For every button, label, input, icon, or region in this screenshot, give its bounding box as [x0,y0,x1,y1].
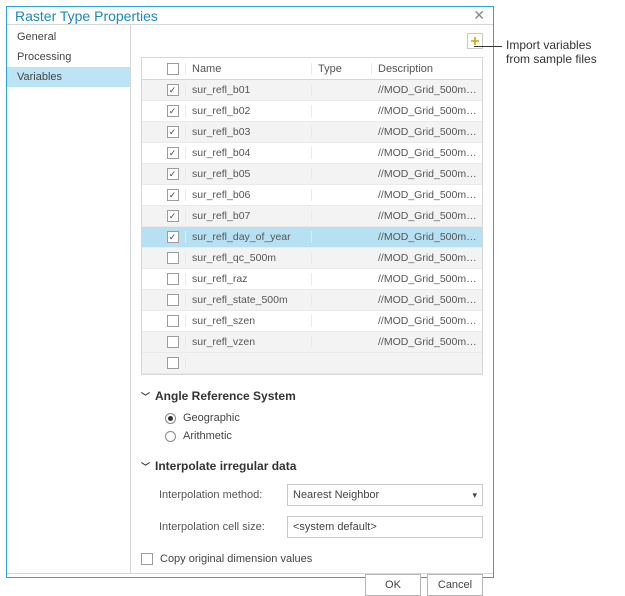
callout: Import variables from sample files [494,38,614,66]
table-row[interactable]: sur_refl_vzen //MOD_Grid_500m_Surface_Ref… [142,332,482,353]
interp-method-value: Nearest Neighbor [293,489,379,501]
interp-section-title: Interpolate irregular data [155,459,296,473]
row-checkbox[interactable] [167,315,179,327]
table-row[interactable]: ✓ sur_refl_b03 //MOD_Grid_500m_Surface_Ref… [142,122,482,143]
chevron-down-icon: ﹀ [141,390,150,403]
row-name: sur_refl_b07 [186,210,312,222]
variables-table: Name Type Description ✓ sur_refl_b01 //MOD… [141,57,483,375]
header-type[interactable]: Type [312,63,372,75]
row-description: //MOD_Grid_500m_Surface_Ref... [372,84,482,96]
angle-section-title: Angle Reference System [155,389,296,403]
row-name: sur_refl_szen [186,315,312,327]
table-row[interactable]: ✓ sur_refl_b01 //MOD_Grid_500m_Surface_Ref… [142,80,482,101]
main-panel: Name Type Description ✓ sur_refl_b01 //MOD… [131,25,493,573]
table-row[interactable]: ✓ sur_refl_b04 //MOD_Grid_500m_Surface_Ref… [142,143,482,164]
radio-geographic[interactable]: Geographic [141,409,483,427]
row-checkbox[interactable]: ✓ [167,231,179,243]
row-description: //MOD_Grid_500m_Surface_Ref... [372,126,482,138]
row-checkbox[interactable]: ✓ [167,147,179,159]
sidebar: GeneralProcessingVariables [7,25,131,573]
header-description[interactable]: Description [372,63,482,75]
titlebar: Raster Type Properties ✕ [7,7,493,24]
row-checkbox[interactable]: ✓ [167,126,179,138]
radio-icon [165,413,176,424]
table-row-empty [142,353,482,374]
row-name: sur_refl_state_500m [186,294,312,306]
radio-arithmetic[interactable]: Arithmetic [141,427,483,445]
header-name[interactable]: Name [186,63,312,75]
plus-icon [470,36,480,46]
row-name: sur_refl_day_of_year [186,231,312,243]
chevron-down-icon: ﹀ [141,460,150,473]
radio-label: Arithmetic [183,430,232,442]
interp-cell-value: <system default> [293,521,377,533]
radio-icon [165,431,176,442]
row-name: sur_refl_vzen [186,336,312,348]
row-name: sur_refl_raz [186,273,312,285]
row-description: //MOD_Grid_500m_Surface_Ref... [372,168,482,180]
callout-text-2: from sample files [494,52,614,66]
row-description: //MOD_Grid_500m_Surface_Ref... [372,231,482,243]
callout-line [474,46,502,47]
copy-dimension-checkbox[interactable] [141,553,153,565]
interp-method-label: Interpolation method: [159,489,287,501]
row-name: sur_refl_b03 [186,126,312,138]
row-name: sur_refl_b02 [186,105,312,117]
row-checkbox[interactable]: ✓ [167,84,179,96]
table-header: Name Type Description [142,58,482,80]
interp-method-dropdown[interactable]: Nearest Neighbor ▾ [287,484,483,506]
table-row[interactable]: sur_refl_qc_500m //MOD_Grid_500m_Surface_… [142,248,482,269]
row-description: //MOD_Grid_500m_Surface_Ref... [372,294,482,306]
row-checkbox[interactable]: ✓ [167,210,179,222]
table-row[interactable]: sur_refl_szen //MOD_Grid_500m_Surface_Ref… [142,311,482,332]
table-row[interactable]: ✓ sur_refl_b05 //MOD_Grid_500m_Surface_Ref… [142,164,482,185]
row-checkbox[interactable] [167,294,179,306]
raster-type-properties-dialog: Raster Type Properties ✕ GeneralProcessi… [6,6,494,578]
table-row[interactable]: ✓ sur_refl_b02 //MOD_Grid_500m_Surface_Ref… [142,101,482,122]
chevron-down-icon: ▾ [472,490,477,501]
ok-button[interactable]: OK [365,574,421,596]
row-name: sur_refl_b01 [186,84,312,96]
row-checkbox[interactable] [167,357,179,369]
close-icon[interactable]: ✕ [473,7,485,24]
row-checkbox[interactable] [167,336,179,348]
row-description: //MOD_Grid_500m_Surface_Ref... [372,315,482,327]
row-name: sur_refl_b04 [186,147,312,159]
table-row[interactable]: ✓ sur_refl_b07 //MOD_Grid_500m_Surface_Ref… [142,206,482,227]
row-description: //MOD_Grid_500m_Surface_Ref... [372,189,482,201]
row-checkbox[interactable]: ✓ [167,168,179,180]
callout-text-1: Import variables [494,38,614,52]
row-checkbox[interactable]: ✓ [167,189,179,201]
interp-section-header[interactable]: ﹀ Interpolate irregular data [141,459,483,473]
sidebar-item-processing[interactable]: Processing [7,47,130,67]
radio-label: Geographic [183,412,240,424]
dialog-footer: OK Cancel [7,573,493,596]
row-checkbox[interactable]: ✓ [167,105,179,117]
table-row[interactable]: sur_refl_raz //MOD_Grid_500m_Surface_Ref.… [142,269,482,290]
interp-cell-input[interactable]: <system default> [287,516,483,538]
table-row[interactable]: ✓ sur_refl_b06 //MOD_Grid_500m_Surface_Ref… [142,185,482,206]
interp-cell-label: Interpolation cell size: [159,521,287,533]
table-row[interactable]: sur_refl_state_500m //MOD_Grid_500m_Surfa… [142,290,482,311]
header-checkbox[interactable] [167,63,179,75]
row-name: sur_refl_qc_500m [186,252,312,264]
copy-dimension-label: Copy original dimension values [160,553,312,565]
row-checkbox[interactable] [167,252,179,264]
row-description: //MOD_Grid_500m_Surface_Ref... [372,105,482,117]
angle-section-header[interactable]: ﹀ Angle Reference System [141,389,483,403]
row-description: //MOD_Grid_500m_Surface_Ref... [372,273,482,285]
sidebar-item-general[interactable]: General [7,27,130,47]
row-name: sur_refl_b05 [186,168,312,180]
dialog-title: Raster Type Properties [15,8,158,24]
row-description: //MOD_Grid_500m_Surface_Ref... [372,336,482,348]
row-description: //MOD_Grid_500m_Surface_Ref... [372,147,482,159]
row-description: //MOD_Grid_500m_Surface_Ref... [372,210,482,222]
cancel-button[interactable]: Cancel [427,574,483,596]
row-description: //MOD_Grid_500m_Surface_Ref... [372,252,482,264]
table-row[interactable]: ✓ sur_refl_day_of_year //MOD_Grid_500m_Sur… [142,227,482,248]
row-checkbox[interactable] [167,273,179,285]
row-name: sur_refl_b06 [186,189,312,201]
sidebar-item-variables[interactable]: Variables [7,67,130,87]
